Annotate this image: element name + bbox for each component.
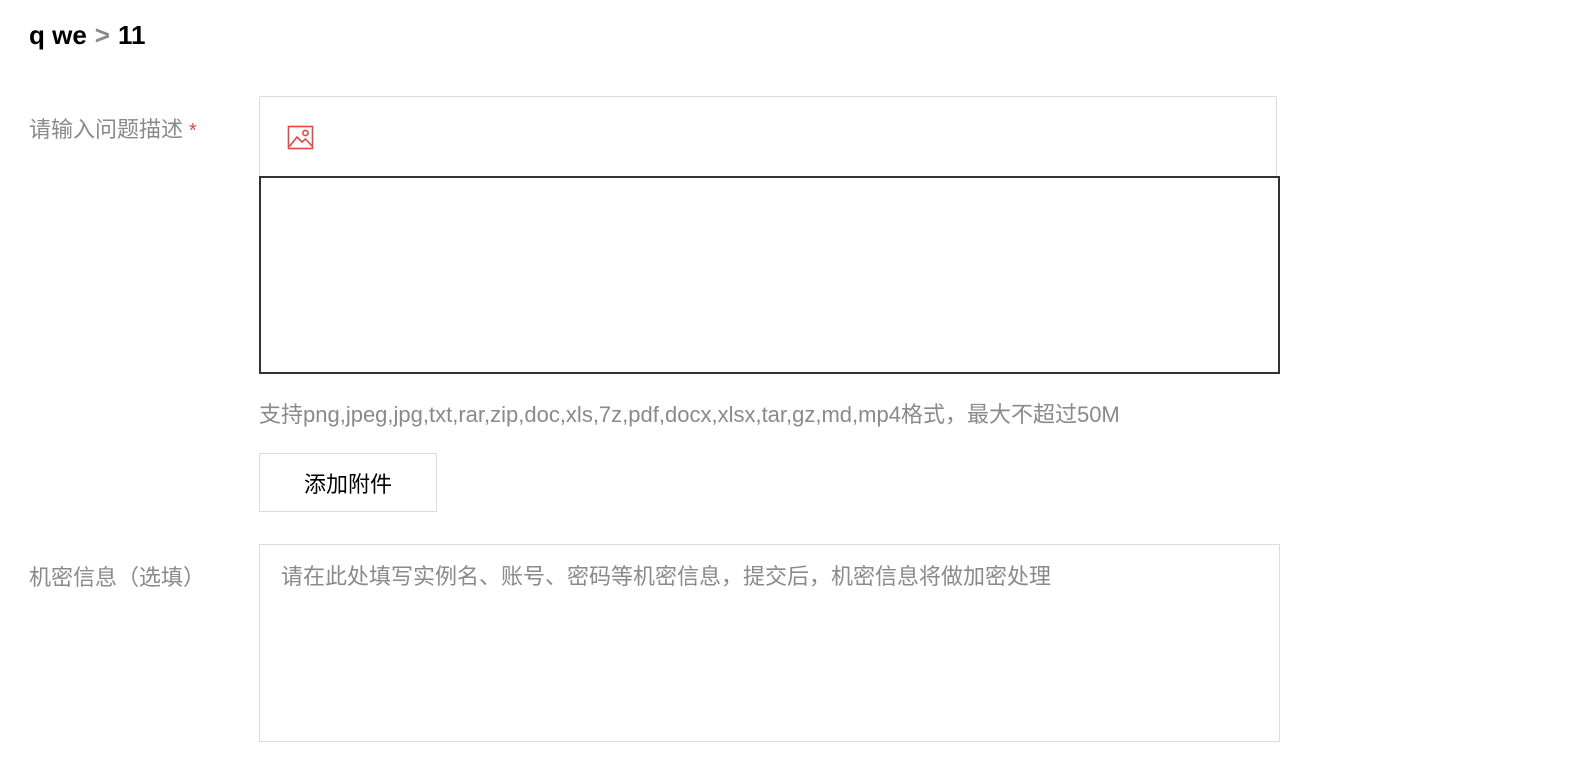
breadcrumb: q we > 11 xyxy=(29,18,145,52)
description-label-text: 请输入问题描述 xyxy=(29,117,184,142)
description-label: 请输入问题描述 * xyxy=(29,112,197,144)
editor-toolbar xyxy=(259,96,1277,176)
ticket-form-page: q we > 11 请输入问题描述 * 支持png,jpeg,jpg,txt,ra… xyxy=(0,0,1582,772)
required-mark: * xyxy=(189,120,197,142)
breadcrumb-separator: > xyxy=(94,19,110,50)
secret-info-label: 机密信息（选填） xyxy=(29,565,206,590)
image-icon[interactable] xyxy=(287,125,315,151)
breadcrumb-current: 11 xyxy=(117,19,146,50)
description-editor[interactable] xyxy=(259,176,1280,374)
secret-info-textarea[interactable] xyxy=(259,544,1280,742)
breadcrumb-parent[interactable]: q we xyxy=(29,20,87,51)
add-attachment-button[interactable]: 添加附件 xyxy=(259,453,437,512)
attachment-help-text: 支持png,jpeg,jpg,txt,rar,zip,doc,xls,7z,pd… xyxy=(259,402,1120,427)
